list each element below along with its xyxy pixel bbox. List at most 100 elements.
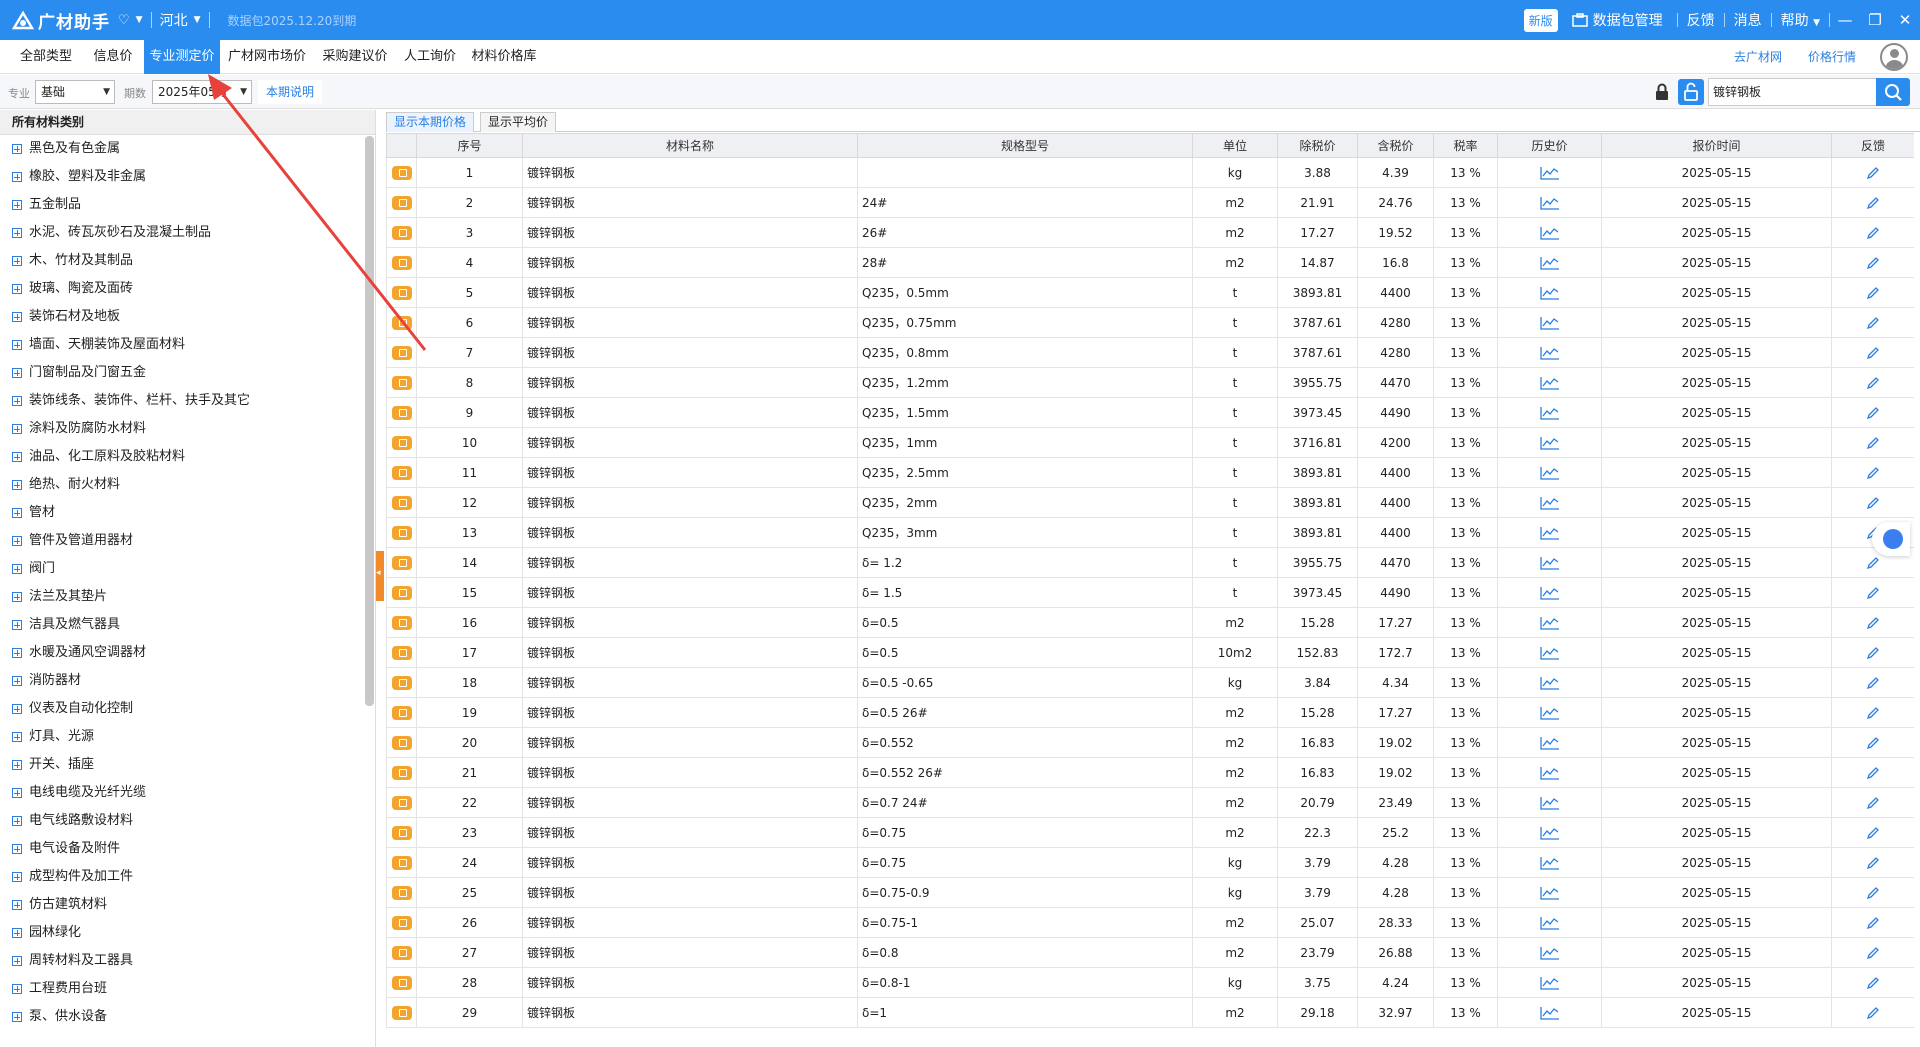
close-icon[interactable]: ✕: [1890, 11, 1920, 29]
expand-icon[interactable]: [12, 928, 22, 938]
sidebar-category-item[interactable]: 灯具、光源: [0, 723, 375, 751]
feedback-edit-button[interactable]: [1831, 667, 1914, 698]
sidebar-scrollbar[interactable]: [365, 136, 374, 706]
expand-icon[interactable]: [12, 508, 22, 518]
history-price-button[interactable]: [1497, 247, 1602, 278]
table-row[interactable]: 8 镀锌钢板 Q235，1.2mm t 3955.75 4470 13 % 2025-05-1…: [386, 367, 1914, 398]
expand-icon[interactable]: [12, 452, 22, 462]
sidebar-category-item[interactable]: 法兰及其垫片: [0, 583, 375, 611]
sidebar-category-item[interactable]: 仪表及自动化控制: [0, 695, 375, 723]
expand-icon[interactable]: [12, 200, 22, 210]
history-price-button[interactable]: [1497, 817, 1602, 848]
sidebar-category-item[interactable]: 电线电缆及光纤光缆: [0, 779, 375, 807]
sidebar-category-item[interactable]: 工程费用台班: [0, 975, 375, 1003]
sidebar-category-item[interactable]: 油品、化工原料及胶粘材料: [0, 443, 375, 471]
history-price-button[interactable]: [1497, 637, 1602, 668]
table-row[interactable]: 28 镀锌钢板 δ=0.8-1 kg 3.75 4.24 13 % 2025-05-15: [386, 967, 1914, 998]
tab-info-price[interactable]: 信息价: [82, 40, 144, 74]
table-row[interactable]: 25 镀锌钢板 δ=0.75-0.9 kg 3.79 4.28 13 % 2025-05-15: [386, 877, 1914, 908]
col-header-tax-rate[interactable]: 税率: [1433, 133, 1498, 158]
feedback-edit-button[interactable]: [1831, 247, 1914, 278]
table-row[interactable]: 13 镀锌钢板 Q235，3mm t 3893.81 4400 13 % 2025-05-15: [386, 517, 1914, 548]
expand-icon[interactable]: [12, 396, 22, 406]
table-row[interactable]: 9 镀锌钢板 Q235，1.5mm t 3973.45 4490 13 % 2025-05-1…: [386, 397, 1914, 428]
help-menu[interactable]: 帮助 ▼: [1772, 10, 1829, 30]
sidebar-category-item[interactable]: 木、竹材及其制品: [0, 247, 375, 275]
sidebar-category-item[interactable]: 周转材料及工器具: [0, 947, 375, 975]
tab-market-price[interactable]: 广材网市场价: [220, 40, 314, 74]
sidebar-category-item[interactable]: 管件及管道用器材: [0, 527, 375, 555]
feedback-edit-button[interactable]: [1831, 217, 1914, 248]
table-row[interactable]: 16 镀锌钢板 δ=0.5 m2 15.28 17.27 13 % 2025-05-15: [386, 607, 1914, 638]
expand-icon[interactable]: [12, 704, 22, 714]
price-trend-link[interactable]: 价格行情: [1808, 40, 1856, 74]
expand-icon[interactable]: [12, 900, 22, 910]
sidebar-category-item[interactable]: 水泥、砖瓦灰砂石及混凝土制品: [0, 219, 375, 247]
history-price-button[interactable]: [1497, 877, 1602, 908]
history-price-button[interactable]: [1497, 277, 1602, 308]
tab-all-types[interactable]: 全部类型: [10, 40, 82, 74]
history-price-button[interactable]: [1497, 337, 1602, 368]
period-explain-link[interactable]: 本期说明: [258, 80, 323, 104]
history-price-button[interactable]: [1497, 937, 1602, 968]
table-row[interactable]: 21 镀锌钢板 δ=0.552 26# m2 16.83 19.02 13 % 2025-05…: [386, 757, 1914, 788]
expand-icon[interactable]: [12, 788, 22, 798]
history-price-button[interactable]: [1497, 487, 1602, 518]
sidebar-category-item[interactable]: 黑色及有色金属: [0, 135, 375, 163]
new-version-button[interactable]: 新版: [1523, 8, 1558, 32]
history-price-button[interactable]: [1497, 547, 1602, 578]
table-row[interactable]: 22 镀锌钢板 δ=0.7 24# m2 20.79 23.49 13 % 2025-05-1…: [386, 787, 1914, 818]
tab-labor-inquiry[interactable]: 人工询价: [396, 40, 464, 74]
expand-icon[interactable]: [12, 228, 22, 238]
tab-purchase-advice-price[interactable]: 采购建议价: [314, 40, 396, 74]
sidebar-category-item[interactable]: 开关、插座: [0, 751, 375, 779]
feedback-link[interactable]: 反馈: [1678, 10, 1724, 30]
history-price-button[interactable]: [1497, 187, 1602, 218]
history-price-button[interactable]: [1497, 667, 1602, 698]
sidebar-category-item[interactable]: 绝热、耐火材料: [0, 471, 375, 499]
assistant-float-button[interactable]: [1872, 522, 1910, 556]
table-row[interactable]: 14 镀锌钢板 δ= 1.2 t 3955.75 4470 13 % 2025-05-15: [386, 547, 1914, 578]
feedback-edit-button[interactable]: [1831, 697, 1914, 728]
col-header-unit[interactable]: 单位: [1192, 133, 1278, 158]
goto-site-link[interactable]: 去广材网: [1734, 40, 1782, 74]
feedback-edit-button[interactable]: [1831, 157, 1914, 188]
table-row[interactable]: 10 镀锌钢板 Q235，1mm t 3716.81 4200 13 % 2025-05-15: [386, 427, 1914, 458]
sidebar-category-item[interactable]: 五金制品: [0, 191, 375, 219]
sidebar-category-item[interactable]: 玻璃、陶瓷及面砖: [0, 275, 375, 303]
user-avatar[interactable]: [1880, 43, 1908, 71]
favorite-icon[interactable]: ♡: [118, 13, 130, 28]
col-header-no[interactable]: 序号: [416, 133, 523, 158]
feedback-edit-button[interactable]: [1831, 187, 1914, 218]
history-price-button[interactable]: [1497, 457, 1602, 488]
table-row[interactable]: 15 镀锌钢板 δ= 1.5 t 3973.45 4490 13 % 2025-05-15: [386, 577, 1914, 608]
expand-icon[interactable]: [12, 592, 22, 602]
expand-icon[interactable]: [12, 760, 22, 770]
sidebar-category-item[interactable]: 电气设备及附件: [0, 835, 375, 863]
col-header-quote-time[interactable]: 报价时间: [1601, 133, 1832, 158]
history-price-button[interactable]: [1497, 577, 1602, 608]
feedback-edit-button[interactable]: [1831, 637, 1914, 668]
search-button[interactable]: [1876, 78, 1910, 106]
sidebar-category-item[interactable]: 水暖及通风空调器材: [0, 639, 375, 667]
table-row[interactable]: 3 镀锌钢板 26# m2 17.27 19.52 13 % 2025-05-15: [386, 217, 1914, 248]
col-header-ex-tax[interactable]: 除税价: [1277, 133, 1358, 158]
expand-icon[interactable]: [12, 732, 22, 742]
table-row[interactable]: 29 镀锌钢板 δ=1 m2 29.18 32.97 13 % 2025-05-15: [386, 997, 1914, 1028]
table-row[interactable]: 18 镀锌钢板 δ=0.5 -0.65 kg 3.84 4.34 13 % 2025-05-1…: [386, 667, 1914, 698]
history-price-button[interactable]: [1497, 607, 1602, 638]
history-price-button[interactable]: [1497, 697, 1602, 728]
expand-icon[interactable]: [12, 564, 22, 574]
history-price-button[interactable]: [1497, 847, 1602, 878]
expand-icon[interactable]: [12, 340, 22, 350]
expand-icon[interactable]: [12, 816, 22, 826]
history-price-button[interactable]: [1497, 907, 1602, 938]
history-price-button[interactable]: [1497, 307, 1602, 338]
table-row[interactable]: 5 镀锌钢板 Q235，0.5mm t 3893.81 4400 13 % 2025-05-1…: [386, 277, 1914, 308]
expand-icon[interactable]: [12, 956, 22, 966]
table-row[interactable]: 23 镀锌钢板 δ=0.75 m2 22.3 25.2 13 % 2025-05-15: [386, 817, 1914, 848]
history-price-button[interactable]: [1497, 157, 1602, 188]
tab-professional-price[interactable]: 专业测定价: [144, 40, 220, 74]
feedback-edit-button[interactable]: [1831, 757, 1914, 788]
feedback-edit-button[interactable]: [1831, 427, 1914, 458]
